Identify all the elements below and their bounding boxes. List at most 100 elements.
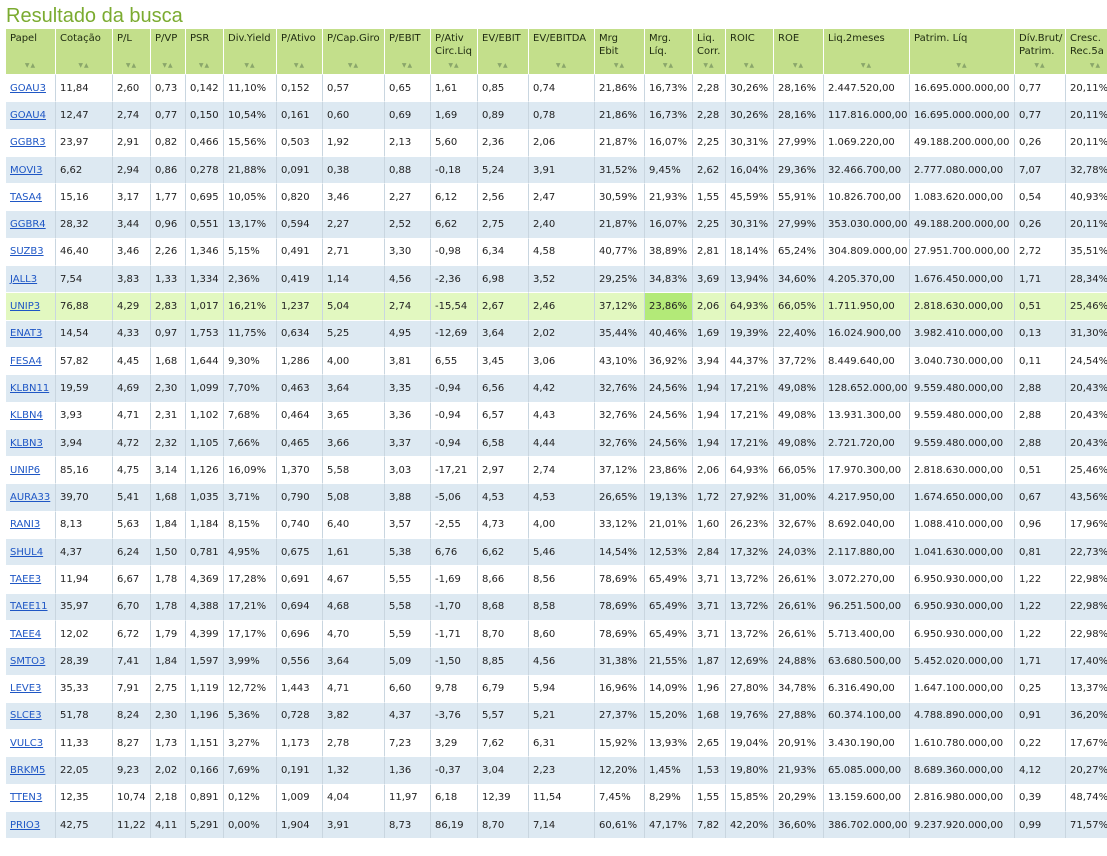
sort-arrows-icon[interactable]: ▼▲: [1015, 59, 1065, 72]
sort-arrows-icon[interactable]: ▼▲: [277, 59, 322, 72]
ticker-link[interactable]: VULC3: [10, 738, 43, 749]
sort-arrows-icon[interactable]: ▼▲: [6, 59, 55, 72]
table-cell: 11,54: [529, 783, 595, 812]
column-header[interactable]: Cresc. Rec.5a ▼▲: [1066, 29, 1107, 74]
sort-arrows-icon[interactable]: ▼▲: [113, 59, 150, 72]
ticker-link[interactable]: FESA4: [10, 356, 42, 367]
column-header[interactable]: Cotação ▼▲: [56, 29, 113, 74]
ticker-cell[interactable]: SHUL4: [6, 538, 56, 566]
ticker-cell[interactable]: BRKM5: [6, 756, 56, 784]
column-header[interactable]: P/L ▼▲: [113, 29, 151, 74]
sort-arrows-icon[interactable]: ▼▲: [726, 59, 773, 72]
ticker-link[interactable]: RANI3: [10, 519, 40, 530]
ticker-link[interactable]: TASA4: [10, 192, 42, 203]
sort-arrows-icon[interactable]: ▼▲: [645, 59, 692, 72]
ticker-cell[interactable]: TAEE4: [6, 619, 56, 648]
ticker-link[interactable]: BRKM5: [10, 765, 45, 776]
column-header[interactable]: P/EBIT ▼▲: [385, 29, 431, 74]
column-header[interactable]: Mrg Ebit ▼▲: [595, 29, 645, 74]
sort-arrows-icon[interactable]: ▼▲: [693, 59, 725, 72]
ticker-link[interactable]: SLCE3: [10, 710, 42, 721]
ticker-link[interactable]: TTEN3: [10, 792, 42, 803]
ticker-cell[interactable]: UNIP3: [6, 292, 56, 320]
column-header[interactable]: PSR ▼▲: [186, 29, 224, 74]
ticker-link[interactable]: TAEE3: [10, 574, 41, 585]
sort-arrows-icon[interactable]: ▼▲: [824, 59, 909, 72]
ticker-cell[interactable]: RANI3: [6, 510, 56, 539]
ticker-link[interactable]: GOAU3: [10, 83, 46, 94]
ticker-link[interactable]: UNIP3: [10, 301, 40, 312]
ticker-link[interactable]: MOVI3: [10, 165, 42, 176]
column-header[interactable]: Dív.Brut/ Patrim. ▼▲: [1015, 29, 1066, 74]
ticker-cell[interactable]: FESA4: [6, 346, 56, 375]
ticker-cell[interactable]: LEVE3: [6, 674, 56, 702]
sort-arrows-icon[interactable]: ▼▲: [224, 59, 276, 72]
ticker-link[interactable]: SHUL4: [10, 547, 43, 558]
column-header[interactable]: P/Ativ Circ.Liq ▼▲: [431, 29, 478, 74]
column-header[interactable]: EV/EBIT ▼▲: [478, 29, 529, 74]
ticker-cell[interactable]: GGBR4: [6, 210, 56, 238]
sort-arrows-icon[interactable]: ▼▲: [431, 59, 477, 72]
ticker-link[interactable]: JALL3: [10, 274, 37, 285]
column-header[interactable]: P/VP ▼▲: [151, 29, 186, 74]
column-header[interactable]: ROE ▼▲: [774, 29, 824, 74]
sort-arrows-icon[interactable]: ▼▲: [910, 59, 1014, 72]
sort-arrows-icon[interactable]: ▼▲: [56, 59, 112, 72]
sort-arrows-icon[interactable]: ▼▲: [529, 59, 594, 72]
ticker-cell[interactable]: SMTO3: [6, 647, 56, 675]
sort-arrows-icon[interactable]: ▼▲: [595, 59, 644, 72]
table-cell: 0,820: [277, 183, 323, 211]
ticker-cell[interactable]: JALL3: [6, 265, 56, 293]
ticker-link[interactable]: GGBR3: [10, 137, 46, 148]
sort-arrows-icon[interactable]: ▼▲: [478, 59, 528, 72]
sort-arrows-icon[interactable]: ▼▲: [385, 59, 430, 72]
ticker-link[interactable]: KLBN4: [10, 410, 43, 421]
ticker-cell[interactable]: UNIP6: [6, 456, 56, 484]
ticker-cell[interactable]: TASA4: [6, 183, 56, 211]
sort-arrows-icon[interactable]: ▼▲: [186, 59, 223, 72]
ticker-cell[interactable]: MOVI3: [6, 155, 56, 184]
sort-arrows-icon[interactable]: ▼▲: [774, 59, 823, 72]
column-header[interactable]: Patrim. Líq ▼▲: [910, 29, 1015, 74]
column-header[interactable]: ROIC ▼▲: [726, 29, 774, 74]
ticker-link[interactable]: KLBN3: [10, 438, 43, 449]
sort-arrows-icon[interactable]: ▼▲: [151, 59, 185, 72]
ticker-cell[interactable]: GOAU4: [6, 101, 56, 129]
ticker-cell[interactable]: SLCE3: [6, 701, 56, 730]
ticker-cell[interactable]: ENAT3: [6, 319, 56, 347]
ticker-link[interactable]: KLBN11: [10, 383, 49, 394]
ticker-cell[interactable]: KLBN4: [6, 401, 56, 429]
ticker-cell[interactable]: TTEN3: [6, 783, 56, 812]
ticker-cell[interactable]: KLBN11: [6, 374, 56, 402]
ticker-link[interactable]: UNIP6: [10, 465, 40, 476]
ticker-link[interactable]: ENAT3: [10, 328, 42, 339]
ticker-cell[interactable]: SUZB3: [6, 237, 56, 266]
ticker-cell[interactable]: VULC3: [6, 729, 56, 757]
column-header[interactable]: Mrg. Líq. ▼▲: [645, 29, 693, 74]
ticker-cell[interactable]: KLBN3: [6, 428, 56, 457]
column-header[interactable]: P/Cap.Giro ▼▲: [323, 29, 385, 74]
column-header[interactable]: Liq.2meses ▼▲: [824, 29, 910, 74]
ticker-link[interactable]: GOAU4: [10, 110, 46, 121]
ticker-link[interactable]: TAEE11: [10, 601, 48, 612]
ticker-link[interactable]: GGBR4: [10, 219, 46, 230]
ticker-link[interactable]: TAEE4: [10, 629, 41, 640]
column-header[interactable]: EV/EBITDA ▼▲: [529, 29, 595, 74]
ticker-cell[interactable]: PRIO3: [6, 811, 56, 839]
ticker-link[interactable]: LEVE3: [10, 683, 41, 694]
ticker-cell[interactable]: GOAU3: [6, 74, 56, 102]
ticker-link[interactable]: SUZB3: [10, 246, 44, 257]
ticker-cell[interactable]: GGBR3: [6, 128, 56, 156]
sort-arrows-icon[interactable]: ▼▲: [1066, 59, 1107, 72]
column-header[interactable]: Papel ▼▲: [6, 29, 56, 74]
column-header[interactable]: Div.Yield ▼▲: [224, 29, 277, 74]
ticker-cell[interactable]: TAEE11: [6, 592, 56, 620]
column-header[interactable]: P/Ativo ▼▲: [277, 29, 323, 74]
ticker-link[interactable]: SMTO3: [10, 656, 45, 667]
ticker-cell[interactable]: AURA33: [6, 483, 56, 511]
ticker-cell[interactable]: TAEE3: [6, 565, 56, 593]
column-header[interactable]: Liq. Corr. ▼▲: [693, 29, 726, 74]
sort-arrows-icon[interactable]: ▼▲: [323, 59, 384, 72]
ticker-link[interactable]: PRIO3: [10, 820, 40, 831]
ticker-link[interactable]: AURA33: [10, 492, 50, 503]
